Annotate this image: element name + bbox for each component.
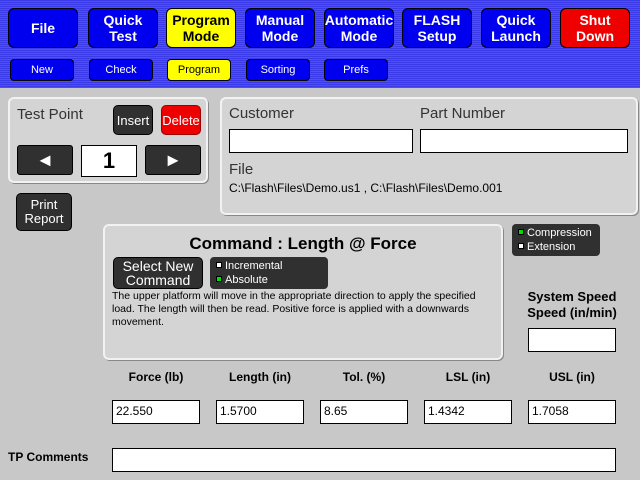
mode-legend: Incremental Absolute: [210, 257, 328, 289]
next-test-point-button[interactable]: ►: [145, 145, 201, 175]
compression-label: Compression: [527, 227, 592, 239]
extension-label: Extension: [527, 241, 576, 253]
tol-label: Tol. (%): [342, 370, 386, 384]
length-label: Length (in): [229, 370, 291, 384]
manual-mode-button[interactable]: Manual Mode: [245, 8, 315, 48]
absolute-label: Absolute: [225, 274, 268, 286]
delete-button[interactable]: Delete: [161, 105, 201, 135]
white-square-icon: [216, 262, 222, 268]
extension-indicator: Extension: [518, 240, 594, 254]
customer-label: Customer: [229, 105, 295, 122]
command-description: The upper platform will move in the appr…: [112, 290, 476, 328]
green-square-icon: [518, 229, 524, 235]
green-square-icon: [216, 276, 222, 282]
absolute-indicator: Absolute: [216, 273, 322, 287]
tp-comments-label: TP Comments: [8, 450, 89, 464]
sub-nav-new[interactable]: New: [10, 59, 74, 81]
insert-button[interactable]: Insert: [113, 105, 153, 135]
direction-legend: Compression Extension: [512, 224, 600, 256]
command-panel: Command : Length @ Force Select New Comm…: [103, 224, 503, 360]
file-label: File: [229, 161, 254, 178]
tp-comments-field[interactable]: [112, 448, 616, 472]
print-report-button[interactable]: Print Report: [16, 193, 72, 231]
sub-nav-sorting[interactable]: Sorting: [246, 59, 310, 81]
quick-test-button[interactable]: Quick Test: [88, 8, 158, 48]
test-point-panel: Test Point Insert Delete ◄ 1 ►: [8, 97, 208, 183]
system-speed-field[interactable]: [528, 328, 616, 352]
right-arrow-icon: ►: [164, 149, 182, 170]
force-label: Force (lb): [128, 370, 184, 384]
top-nav-bar: File Quick Test Program Mode Manual Mode…: [0, 0, 640, 88]
customer-panel: Customer Part Number File C:\Flash\Files…: [220, 97, 638, 215]
lsl-label: LSL (in): [445, 370, 491, 384]
tol-field[interactable]: 8.65: [320, 400, 408, 424]
test-point-number-field[interactable]: 1: [81, 145, 137, 177]
sub-nav-program[interactable]: Program: [167, 59, 231, 81]
compression-indicator: Compression: [518, 226, 594, 240]
program-mode-button[interactable]: Program Mode: [166, 8, 236, 48]
quick-launch-button[interactable]: Quick Launch: [481, 8, 551, 48]
sub-nav-check[interactable]: Check: [89, 59, 153, 81]
command-title: Command : Length @ Force: [189, 234, 417, 253]
lsl-field[interactable]: 1.4342: [424, 400, 512, 424]
length-field[interactable]: 1.5700: [216, 400, 304, 424]
sub-nav-prefs[interactable]: Prefs: [324, 59, 388, 81]
force-field[interactable]: 22.550: [112, 400, 200, 424]
select-new-command-button[interactable]: Select New Command: [113, 257, 203, 289]
incremental-indicator: Incremental: [216, 259, 322, 273]
system-speed-label: System Speed Speed (in/min): [527, 289, 617, 320]
usl-label: USL (in): [549, 370, 595, 384]
usl-field[interactable]: 1.7058: [528, 400, 616, 424]
white-square-icon: [518, 243, 524, 249]
shut-down-button[interactable]: Shut Down: [560, 8, 630, 48]
part-number-label: Part Number: [420, 105, 506, 122]
flash-setup-button[interactable]: FLASH Setup: [402, 8, 472, 48]
customer-field[interactable]: [229, 129, 413, 153]
prev-test-point-button[interactable]: ◄: [17, 145, 73, 175]
automatic-mode-button[interactable]: Automatic Mode: [324, 8, 394, 48]
incremental-label: Incremental: [225, 260, 283, 272]
file-path-text: C:\Flash\Files\Demo.us1 , C:\Flash\Files…: [229, 181, 503, 195]
left-arrow-icon: ◄: [36, 149, 54, 170]
part-number-field[interactable]: [420, 129, 628, 153]
file-button[interactable]: File: [8, 8, 78, 48]
test-point-title: Test Point: [17, 106, 83, 123]
